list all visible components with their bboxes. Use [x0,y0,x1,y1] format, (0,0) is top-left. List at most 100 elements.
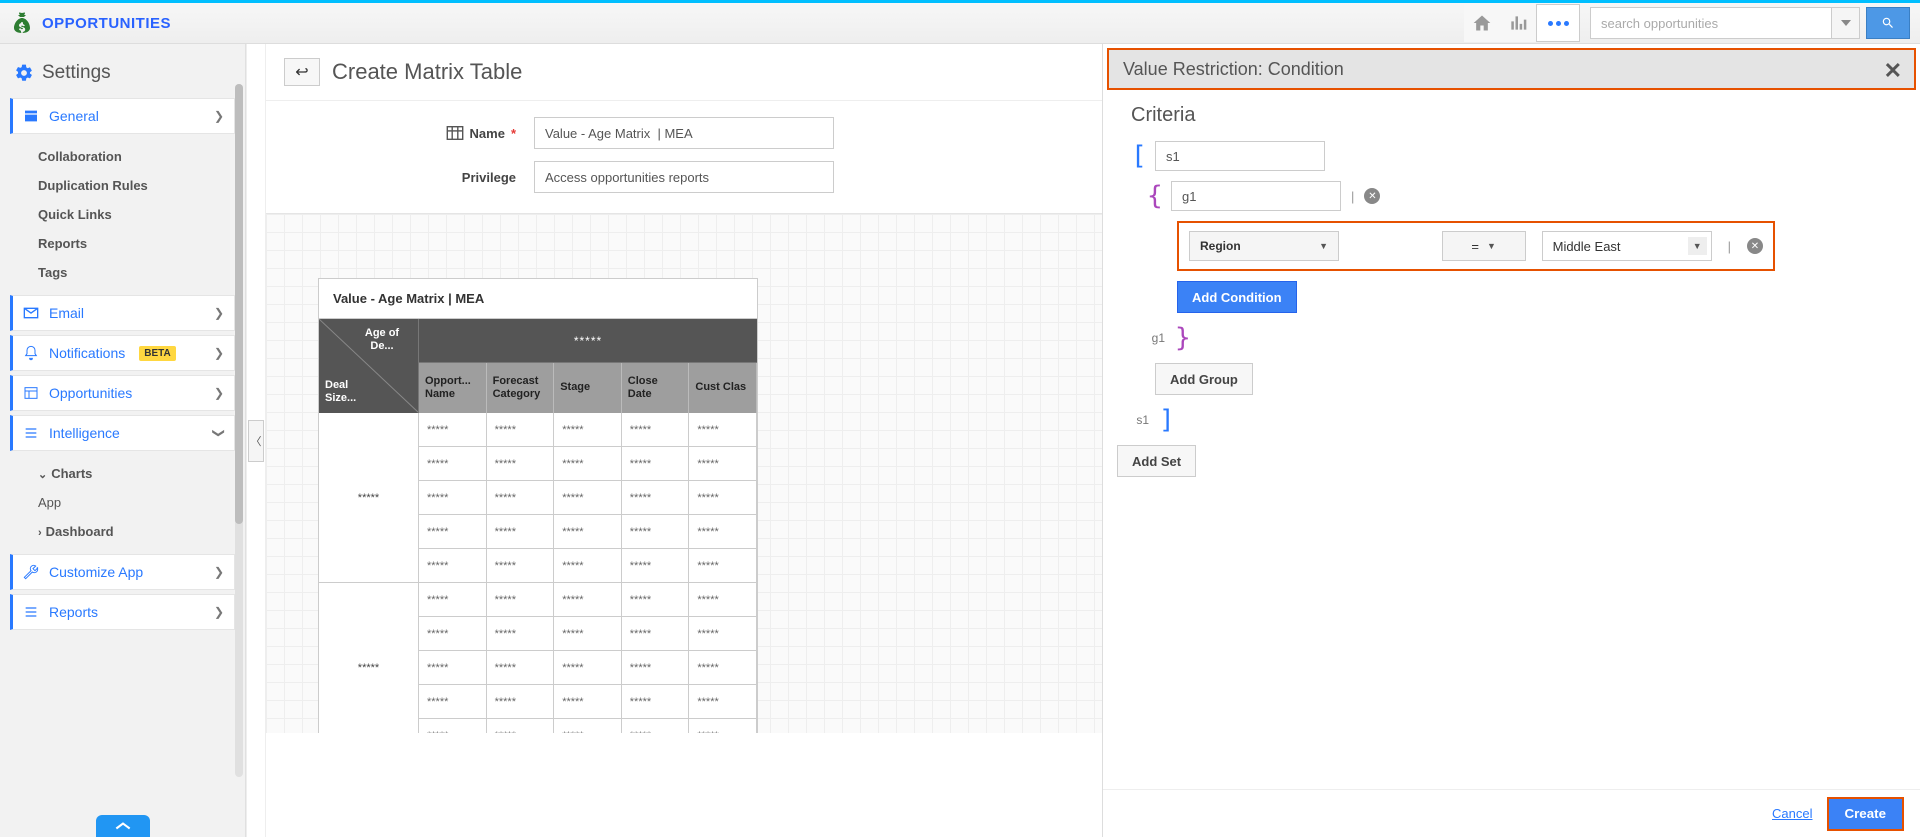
create-button[interactable]: Create [1827,797,1905,831]
topbar-right [1464,4,1910,42]
operator-select[interactable]: = ▼ [1442,231,1526,261]
operator-value: = [1471,239,1479,254]
add-condition-button[interactable]: Add Condition [1177,281,1297,313]
money-bag-icon [10,11,34,35]
sidebar-item-quick-links[interactable]: Quick Links [10,200,235,229]
table-cell: ***** [554,685,622,718]
sidebar-item-intelligence[interactable]: Intelligence ❯ [10,415,235,451]
add-group-row: Add Group [1131,363,1892,395]
col-forecast: Forecast Category [487,363,555,413]
sidebar-item-general[interactable]: General ❯ [10,98,235,134]
table-cell: ***** [689,447,757,480]
delete-condition-icon[interactable]: ✕ [1747,238,1763,254]
set-open-row: [ [1131,141,1892,171]
group-name-input[interactable] [1171,181,1341,211]
sidebar-item-reports[interactable]: Reports [10,229,235,258]
matrix-preview[interactable]: Value - Age Matrix | MEA Age of De... De… [318,278,758,733]
condition-panel: Value Restriction: Condition ✕ Criteria … [1102,44,1920,837]
add-condition-row: Add Condition [1177,281,1892,313]
table-row: ************************* [419,685,757,719]
list-icon [23,604,39,620]
table-row: ************************* [419,515,757,549]
table-cell: ***** [622,481,690,514]
table-cell: ***** [419,583,487,616]
bracket-close-set: ] [1159,405,1173,435]
table-cell: ***** [554,515,622,548]
field-select[interactable]: Region ▼ [1189,231,1339,261]
set-name-input[interactable] [1155,141,1325,171]
nav-label: Opportunities [49,385,132,401]
table-cell: ***** [487,583,555,616]
table-cell: ***** [419,617,487,650]
brand-title: OPPORTUNITIES [42,15,171,32]
table-cell: ***** [689,651,757,684]
privilege-input[interactable] [534,161,834,193]
sidebar-item-customize[interactable]: Customize App ❯ [10,554,235,590]
sidebar-title: Settings [10,56,235,98]
bracket-open-set: [ [1131,141,1145,171]
add-set-button[interactable]: Add Set [1117,445,1196,477]
page-title: Create Matrix Table [332,59,522,85]
table-cell: ***** [622,515,690,548]
sidebar-item-dashboard[interactable]: ›Dashboard [10,517,235,546]
main-layout: Settings General ❯ Collaboration Duplica… [0,44,1920,837]
table-cell: ***** [487,685,555,718]
sidebar-item-notifications[interactable]: Notifications BETA ❯ [10,335,235,371]
bar-chart-icon[interactable] [1500,4,1536,42]
value-select[interactable]: Middle East ▼ [1542,231,1712,261]
sidebar-scrollbar[interactable] [235,84,243,777]
search-input[interactable] [1591,8,1831,38]
sidebar-item-app[interactable]: App [10,488,235,517]
col-close-date: Close Date [622,363,690,413]
grid-canvas[interactable]: Value - Age Matrix | MEA Age of De... De… [266,213,1102,733]
envelope-icon [23,305,39,321]
table-cell: ***** [419,515,487,548]
table-cell: ***** [622,685,690,718]
panel-title: Value Restriction: Condition [1123,59,1344,80]
row-group-2: ***** [319,583,418,733]
sidebar-collapse-tab[interactable] [96,815,150,837]
home-icon[interactable] [1464,4,1500,42]
add-group-button[interactable]: Add Group [1155,363,1253,395]
sidebar-item-duplication-rules[interactable]: Duplication Rules [10,171,235,200]
sidebar-item-collaboration[interactable]: Collaboration [10,142,235,171]
panel-body: Criteria [ { | ✕ Region ▼ [1103,90,1920,789]
more-menu[interactable] [1536,4,1580,42]
col-cust-class: Cust Clas [689,363,757,413]
sidebar-item-opportunities[interactable]: Opportunities ❯ [10,375,235,411]
sidebar-item-tags[interactable]: Tags [10,258,235,287]
table-cell: ***** [622,447,690,480]
sidebar-item-email[interactable]: Email ❯ [10,295,235,331]
table-cell: ***** [487,481,555,514]
panel-collapse-handle[interactable]: 〈 [246,44,266,837]
search-input-wrap [1590,7,1860,39]
form-area: Name * Privilege [266,101,1102,213]
chevron-right-icon: ❯ [214,109,224,123]
chevron-right-icon: ❯ [214,605,224,619]
search-dropdown-toggle[interactable] [1831,8,1859,38]
list-icon [23,425,39,441]
bell-icon [23,345,39,361]
table-cell: ***** [487,447,555,480]
caret-down-icon: ▼ [1487,241,1496,251]
chevron-down-icon: ❯ [212,428,226,438]
name-input[interactable] [534,117,834,149]
search-combo [1590,7,1910,39]
back-button[interactable]: ↩ [284,58,320,86]
table-cell: ***** [554,413,622,446]
table-cell: ***** [487,617,555,650]
sidebar-item-charts[interactable]: ⌄Charts [10,459,235,488]
sidebar-item-reports-nav[interactable]: Reports ❯ [10,594,235,630]
table-cell: ***** [554,549,622,582]
table-cell: ***** [689,583,757,616]
cancel-link[interactable]: Cancel [1772,806,1812,821]
close-icon[interactable]: ✕ [1884,58,1902,84]
delete-group-icon[interactable]: ✕ [1364,188,1380,204]
search-button[interactable] [1866,7,1910,39]
table-cell: ***** [419,447,487,480]
name-label: Name * [426,126,516,141]
privilege-label: Privilege [426,170,516,185]
nav-label: Email [49,305,84,321]
table-cell: ***** [554,583,622,616]
canvas: ↩ Create Matrix Table Name * Privilege [266,44,1102,837]
